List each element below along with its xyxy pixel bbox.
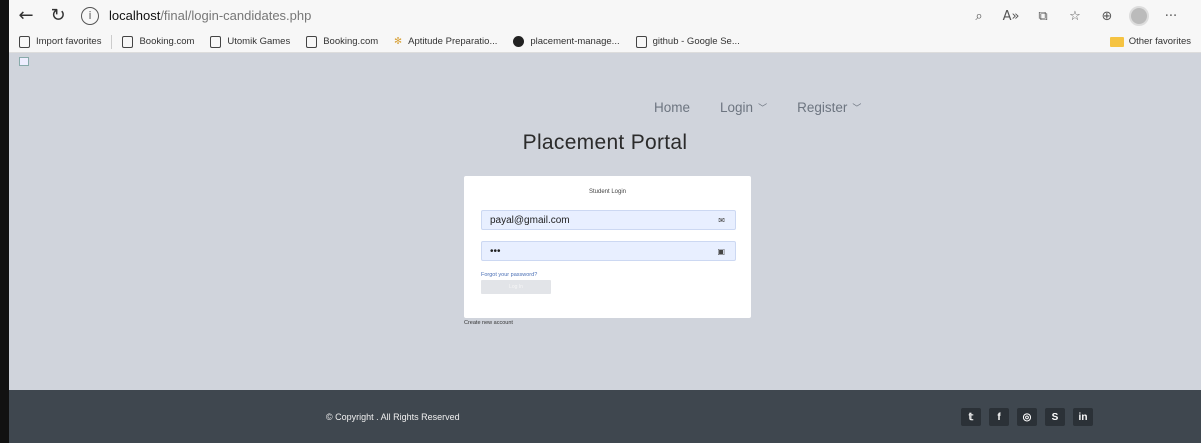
email-field[interactable]: payal@gmail.com ✉: [481, 210, 736, 230]
nav-home-label: Home: [654, 100, 691, 115]
favorites-star-icon[interactable]: ☆: [1059, 5, 1091, 27]
info-icon[interactable]: i: [81, 6, 99, 25]
instagram-icon[interactable]: ◎: [1017, 408, 1037, 426]
chevron-down-icon: ﹀: [758, 103, 768, 113]
lock-icon: ▣: [717, 246, 725, 256]
favorite-label: Import favorites: [36, 36, 102, 47]
window-left-border: [0, 0, 9, 443]
favorite-label: Booking.com: [139, 36, 195, 47]
favorite-placement[interactable]: placement-manage...: [513, 36, 620, 47]
other-favorites[interactable]: Other favorites: [1109, 36, 1191, 47]
favorite-label: placement-manage...: [530, 36, 620, 47]
favorite-import[interactable]: Import favorites: [19, 35, 102, 48]
password-value: •••: [490, 245, 501, 257]
nav-register-label: Register: [797, 100, 848, 115]
site-navigation: Home Login ﹀ Register ﹀: [654, 100, 861, 115]
favorite-aptitude[interactable]: ✻ Aptitude Preparatio...: [394, 36, 497, 47]
url-field[interactable]: i localhost/final/login-candidates.php: [81, 6, 312, 25]
twitter-icon[interactable]: 𝕥: [961, 408, 981, 426]
page-icon: [635, 35, 647, 48]
folder-icon: [1109, 36, 1124, 47]
nav-register[interactable]: Register ﹀: [797, 100, 861, 115]
collections-icon[interactable]: ⊕: [1091, 5, 1123, 27]
favorite-booking-2[interactable]: Booking.com: [306, 35, 379, 48]
email-value: payal@gmail.com: [490, 214, 570, 226]
skype-icon[interactable]: S: [1045, 408, 1065, 426]
page-icon: [210, 35, 222, 48]
import-icon: [19, 35, 30, 48]
favorite-label: github - Google Se...: [652, 36, 740, 47]
linkedin-icon[interactable]: in: [1073, 408, 1093, 426]
tabs-icon[interactable]: ⧉: [1027, 5, 1059, 27]
favorite-label: Aptitude Preparatio...: [408, 36, 498, 47]
read-aloud-icon[interactable]: A»: [995, 5, 1027, 27]
back-icon[interactable]: ←: [13, 3, 39, 29]
profile-avatar[interactable]: [1123, 5, 1155, 27]
favorite-booking-1[interactable]: Booking.com: [122, 35, 195, 48]
favorite-utomik[interactable]: Utomik Games: [210, 35, 291, 48]
chevron-down-icon: ﹀: [852, 103, 862, 113]
github-icon: [513, 36, 525, 47]
nav-login[interactable]: Login ﹀: [720, 100, 767, 115]
create-account-link[interactable]: Create new account: [464, 320, 513, 326]
address-bar: ← ↻ i localhost/final/login-candidates.p…: [9, 0, 1201, 31]
favorite-github-search[interactable]: github - Google Se...: [635, 35, 740, 48]
page-icon: [122, 35, 134, 48]
more-icon[interactable]: ···: [1155, 5, 1187, 27]
search-icon[interactable]: ⌕: [963, 5, 995, 27]
url-host: localhost: [109, 8, 161, 23]
other-favorites-label: Other favorites: [1128, 36, 1191, 47]
forgot-password-link[interactable]: Forgot your password?: [481, 272, 537, 278]
password-field[interactable]: ••• ▣: [481, 241, 736, 261]
envelope-icon: ✉: [718, 215, 725, 225]
broken-image-icon: [19, 57, 29, 66]
url-path: /final/login-candidates.php: [160, 8, 312, 23]
login-title: Student Login: [588, 189, 627, 195]
nav-login-label: Login: [720, 100, 754, 115]
social-links: 𝕥 f ◎ S in: [961, 408, 1093, 426]
divider: [111, 34, 113, 49]
page-icon: [306, 35, 318, 48]
footer: © Copyright . All Rights Reserved 𝕥 f ◎ …: [9, 390, 1201, 443]
page-title: Placement Portal: [522, 131, 688, 154]
login-card: Student Login payal@gmail.com ✉ ••• ▣ Fo…: [464, 176, 751, 318]
favorite-label: Utomik Games: [227, 36, 291, 47]
favorite-label: Booking.com: [323, 36, 379, 47]
nav-home[interactable]: Home: [654, 100, 690, 115]
aptitude-icon: ✻: [394, 36, 403, 47]
refresh-icon[interactable]: ↻: [45, 3, 71, 29]
login-button[interactable]: Log In: [481, 280, 551, 294]
copyright-text: © Copyright . All Rights Reserved: [326, 412, 460, 422]
favorites-bar: Import favorites Booking.com Utomik Game…: [9, 31, 1201, 53]
facebook-icon[interactable]: f: [989, 408, 1009, 426]
browser-toolbar: ⌕ A» ⧉ ☆ ⊕ ···: [963, 5, 1187, 27]
page-content: Home Login ﹀ Register ﹀ Placement Portal S…: [9, 53, 1201, 390]
